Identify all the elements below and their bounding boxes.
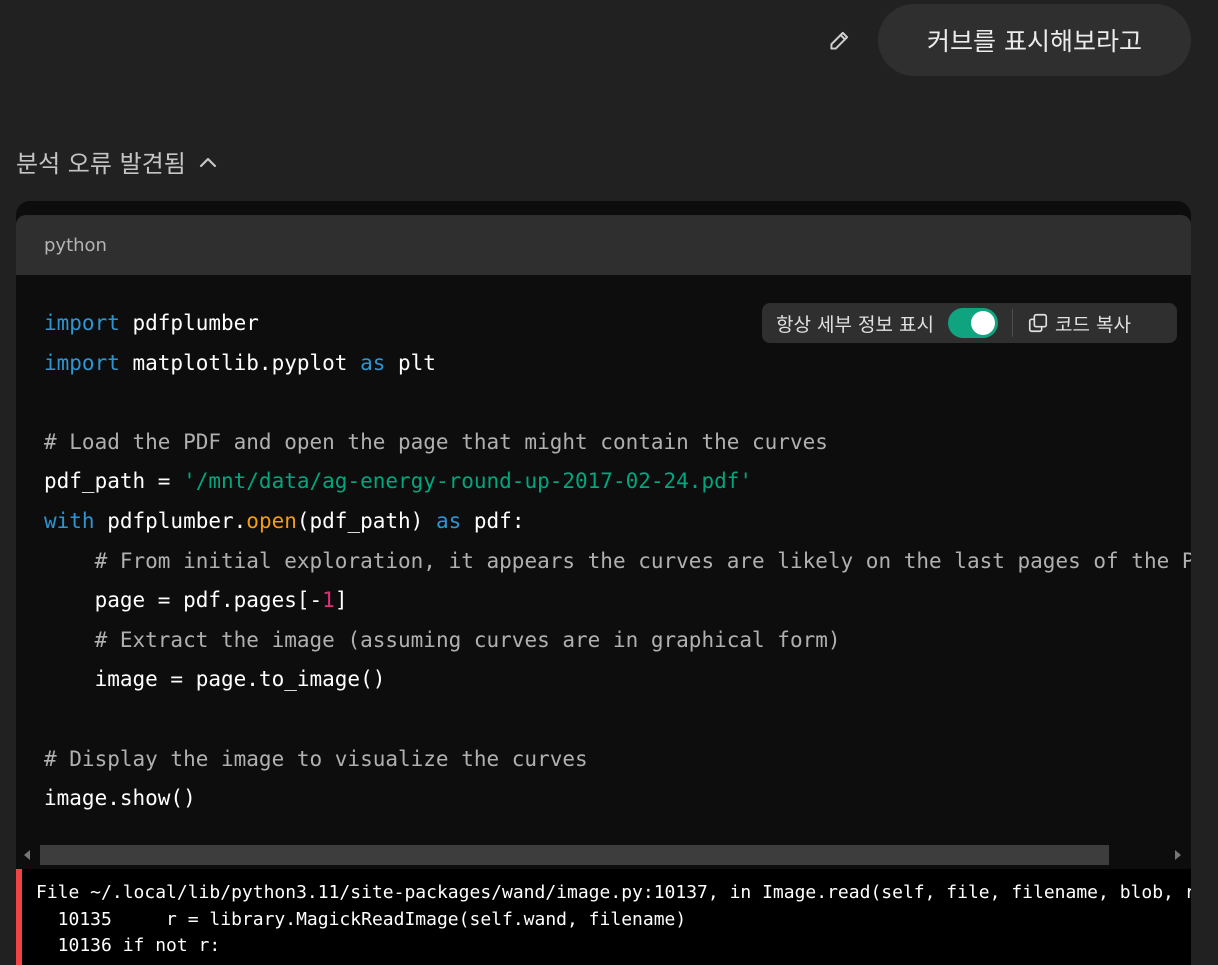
code-line: with pdfplumber.open(pdf_path) as pdf: (44, 502, 1191, 542)
code-token: import (44, 311, 120, 335)
analysis-title: 분석 오류 발견됨 (16, 150, 186, 178)
copy-icon (1028, 313, 1048, 333)
code-line: image.show() (44, 779, 1191, 819)
always-show-details-label: 항상 세부 정보 표시 (776, 313, 934, 336)
pencil-icon (830, 31, 849, 50)
code-block: python import pdfplumber import matplotli… (16, 201, 1191, 965)
copy-code-button[interactable]: 코드 복사 (1027, 310, 1131, 337)
scroll-left-arrow-icon[interactable] (24, 850, 30, 860)
edit-message-button[interactable] (822, 24, 856, 58)
error-output-text: File ~/.local/lib/python3.11/site-packag… (36, 880, 1191, 960)
toggle-knob (970, 311, 995, 335)
code-toolbar: 항상 세부 정보 표시 코드 복사 (762, 303, 1177, 343)
code-token: '/mnt/data/ag-energy-round-up-2017-02-24… (183, 469, 753, 494)
user-message-bubble: 커브를 표시해보라고 (878, 4, 1191, 76)
error-output: File ~/.local/lib/python3.11/site-packag… (16, 869, 1191, 965)
code-token: as (360, 350, 386, 375)
analysis-toggle[interactable]: 분석 오류 발견됨 (16, 144, 218, 179)
code-token: ] (334, 588, 348, 613)
code-token: plt (385, 350, 436, 375)
code-token: pdf: (461, 508, 525, 533)
scrollbar-thumb[interactable] (40, 845, 1109, 865)
code-line: import matplotlib.pyplot as plt (44, 344, 1191, 384)
code-token: image = page.to_image() (44, 667, 386, 692)
code-token: pdf_path = (44, 469, 184, 494)
code-content: import pdfplumber import matplotlib.pyplo… (44, 304, 1191, 819)
code-language-label: python (44, 235, 107, 256)
code-token: pdfplumber. (94, 508, 247, 533)
code-token: # Display the image to visualize the cur… (44, 746, 588, 771)
code-line: # From initial exploration, it appears t… (44, 542, 1191, 582)
code-token: (pdf_path) (296, 508, 436, 533)
code-token: 1 (322, 588, 335, 613)
user-message-text: 커브를 표시해보라고 (927, 27, 1142, 56)
code-token: with (44, 508, 95, 533)
code-token: as (435, 508, 462, 533)
code-line: # Display the image to visualize the cur… (44, 740, 1191, 780)
code-token: pdfplumber (119, 311, 259, 335)
code-token: image.show() (44, 786, 196, 811)
code-token: matplotlib.pyplot (119, 350, 361, 375)
toolbar-divider (1011, 309, 1013, 337)
copy-code-label: 코드 복사 (1054, 313, 1131, 336)
code-line: # Load the PDF and open the page that mi… (44, 423, 1191, 463)
code-token: import (44, 350, 120, 375)
code-token: # From initial exploration, it appears t… (94, 548, 1191, 573)
error-line: 10135 r = library.MagickReadImage(self.w… (36, 908, 687, 930)
code-token: open (246, 508, 297, 533)
code-token: # Extract the image (assuming curves are… (94, 627, 841, 652)
code-block-header: python (16, 215, 1191, 275)
always-show-details-toggle[interactable] (947, 308, 998, 338)
code-token: page = pdf.pages[- (44, 588, 323, 613)
error-line: 10136 if not r: (36, 935, 221, 956)
code-token: # Load the PDF and open the page that mi… (44, 429, 828, 454)
code-line: # Extract the image (assuming curves are… (44, 621, 1191, 661)
code-line: page = pdf.pages[-1] (44, 581, 1191, 621)
code-line: pdf_path = '/mnt/data/ag-energy-round-up… (44, 462, 1191, 502)
error-line: File ~/.local/lib/python3.11/site-packag… (36, 882, 1191, 903)
chevron-up-icon (199, 157, 216, 167)
code-line: image = page.to_image() (44, 660, 1191, 700)
horizontal-scrollbar[interactable] (16, 845, 1191, 867)
scroll-right-arrow-icon[interactable] (1175, 850, 1181, 860)
code-body: import pdfplumber import matplotlib.pyplo… (16, 275, 1191, 845)
